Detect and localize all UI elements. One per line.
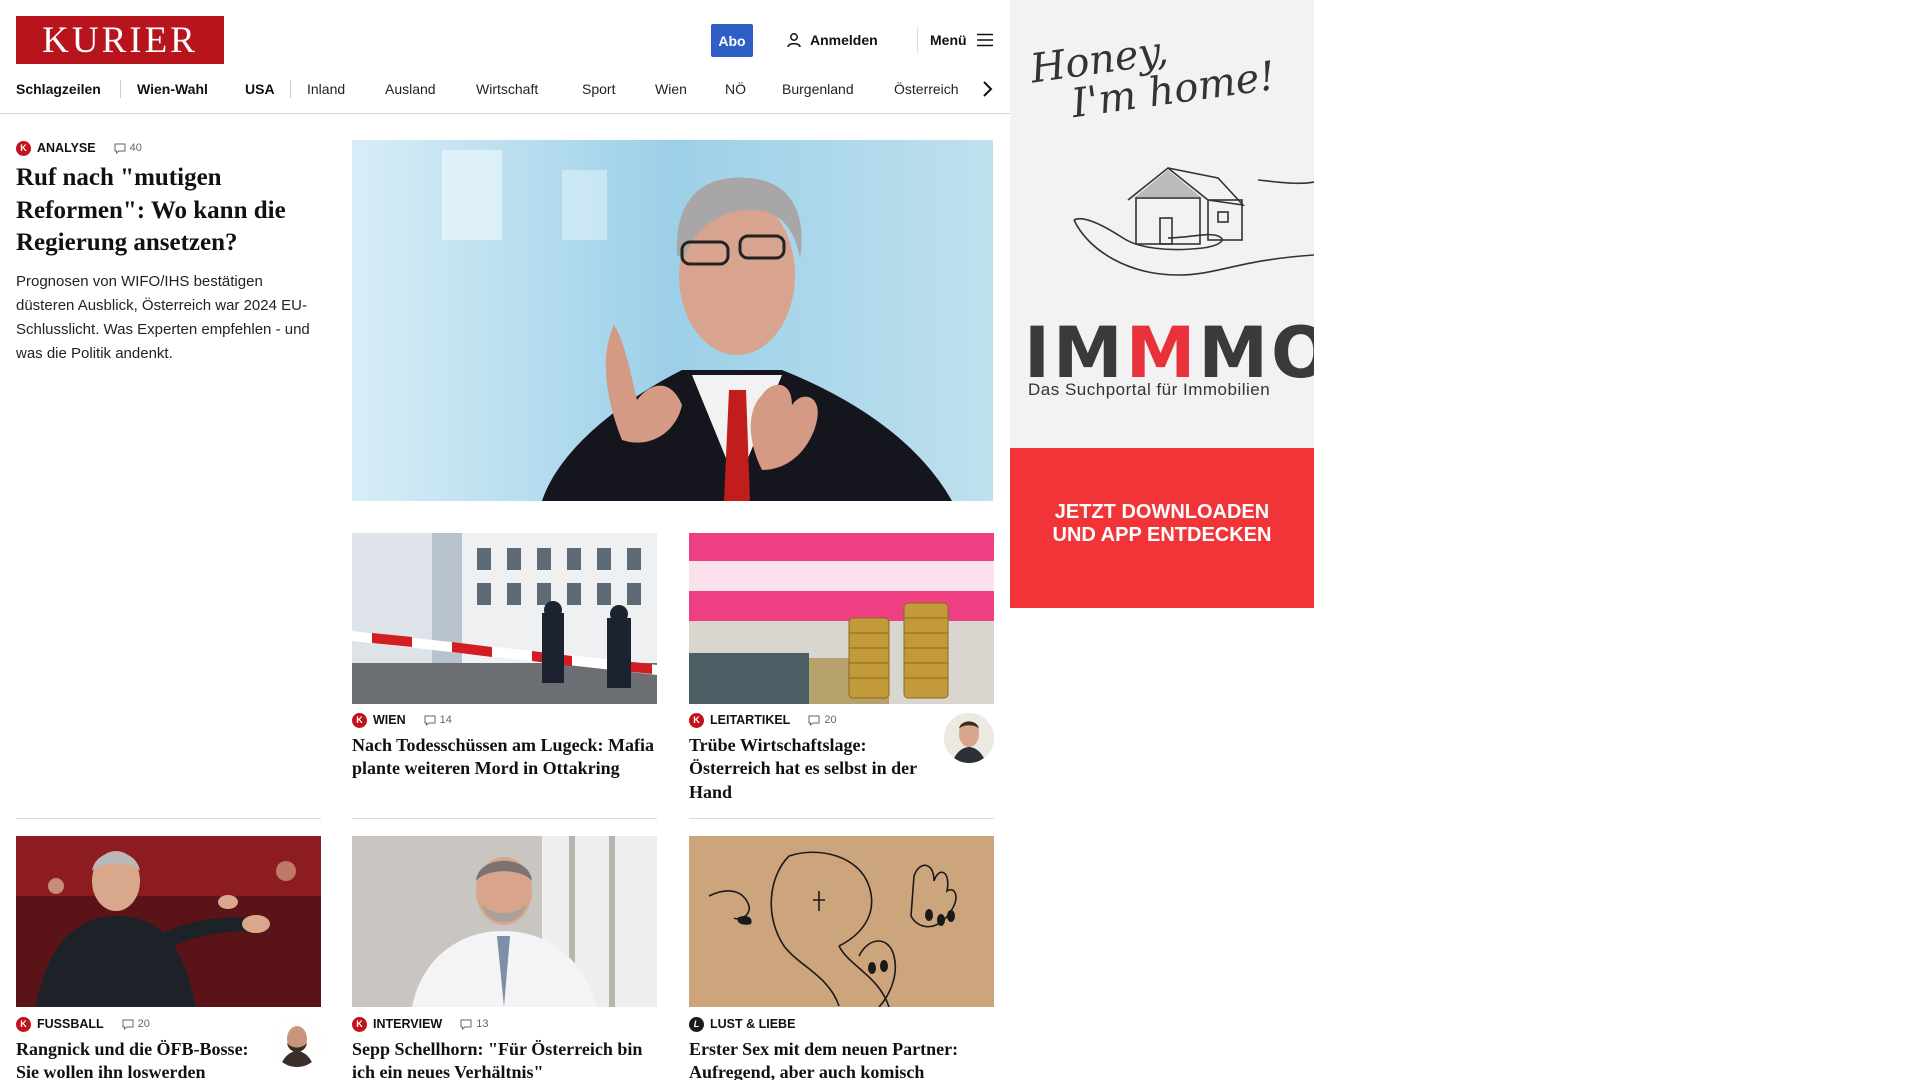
lead-teaser: Prognosen von WIFO/IHS bestätigen düster… xyxy=(16,272,310,362)
kicker-label: LEITARTIKEL xyxy=(710,713,791,727)
cta-line-1: JETZT DOWNLOADEN xyxy=(1054,501,1270,523)
header-divider xyxy=(917,27,918,53)
article-kicker: K ANALYSE 40 xyxy=(16,140,321,156)
lead-article: K ANALYSE 40 Ruf nach "mutigen Reformen"… xyxy=(16,140,321,366)
lust-liebe-icon: l xyxy=(689,1016,704,1032)
login-button[interactable]: Anmelden xyxy=(786,28,878,52)
nav-separator xyxy=(290,80,291,98)
comment-count[interactable]: 40 xyxy=(114,142,142,154)
nav-item-wien-wahl[interactable]: Wien-Wahl xyxy=(137,74,208,104)
author-portrait xyxy=(272,1017,322,1067)
login-label: Anmelden xyxy=(810,32,878,48)
comment-count[interactable]: 13 xyxy=(460,1018,488,1030)
article-headline[interactable]: Rangnick und die ÖFB-Bosse: Sie wollen i… xyxy=(16,1038,261,1080)
ad-script-text: Honey, I'm home! xyxy=(1028,16,1279,129)
nav-item-sport[interactable]: Sport xyxy=(582,74,615,104)
chevron-right-icon[interactable] xyxy=(976,78,998,100)
article-image[interactable] xyxy=(352,836,657,1007)
kurier-plus-icon: K xyxy=(689,712,704,728)
article-card: K WIEN 14 Nach Todesschüssen am Lugeck: … xyxy=(352,712,657,781)
kicker-label: LUST & LIEBE xyxy=(710,1017,796,1031)
nav-item-schlagzeilen[interactable]: Schlagzeilen xyxy=(16,74,101,104)
comment-count[interactable]: 20 xyxy=(122,1018,150,1030)
kurier-plus-icon: K xyxy=(352,712,367,728)
nav-item-burgenland[interactable]: Burgenland xyxy=(782,74,854,104)
article-card: K FUSSBALL 20 Rangnick und die ÖFB-Bosse… xyxy=(16,1016,261,1080)
hamburger-icon xyxy=(976,33,993,47)
immmo-advertisement[interactable]: Honey, I'm home! IMMMO Das Suchportal fü… xyxy=(1010,0,1314,608)
kicker-label: FUSSBALL xyxy=(37,1017,104,1031)
comment-icon xyxy=(122,1019,134,1030)
nav-separator xyxy=(120,80,121,98)
article-kicker: K FUSSBALL 20 xyxy=(16,1016,261,1032)
comment-count-value: 20 xyxy=(824,714,837,726)
article-card: l LUST & LIEBE Erster Sex mit dem neuen … xyxy=(689,1016,994,1080)
comment-count-value: 20 xyxy=(137,1018,150,1030)
abo-button[interactable]: Abo xyxy=(711,24,753,57)
comment-icon xyxy=(424,715,436,726)
divider xyxy=(16,818,321,819)
kurier-plus-icon: K xyxy=(352,1016,367,1032)
kicker-label: ANALYSE xyxy=(37,141,96,155)
article-kicker: K WIEN 14 xyxy=(352,712,657,728)
author-avatar[interactable] xyxy=(944,713,994,763)
author-avatar[interactable] xyxy=(272,1017,322,1067)
line-art-illustration xyxy=(689,836,994,1007)
ad-download-button[interactable]: JETZT DOWNLOADEN UND APP ENTDECKEN xyxy=(1010,448,1314,608)
kicker-label: WIEN xyxy=(373,713,406,727)
menu-label: Menü xyxy=(930,32,967,48)
article-image[interactable] xyxy=(352,533,657,704)
nav-item-noe[interactable]: NÖ xyxy=(725,74,746,104)
article-kicker: K INTERVIEW 13 xyxy=(352,1016,657,1032)
house-in-hand-icon xyxy=(1073,166,1314,276)
article-headline[interactable]: Erster Sex mit dem neuen Partner: Aufreg… xyxy=(689,1038,994,1080)
article-card: K INTERVIEW 13 Sepp Schellhorn: "Für Öst… xyxy=(352,1016,657,1080)
lead-headline[interactable]: Ruf nach "mutigen Reformen": Wo kann die… xyxy=(16,162,321,260)
nav-item-wirtschaft[interactable]: Wirtschaft xyxy=(476,74,538,104)
nav-item-usa[interactable]: USA xyxy=(245,74,275,104)
article-image[interactable] xyxy=(16,836,321,1007)
article-headline[interactable]: Nach Todesschüssen am Lugeck: Mafia plan… xyxy=(352,734,657,781)
article-headline[interactable]: Trübe Wirtschaftslage: Österreich hat es… xyxy=(689,734,934,804)
nav-item-oesterreich[interactable]: Österreich xyxy=(894,74,959,104)
nav-item-inland[interactable]: Inland xyxy=(307,74,345,104)
article-image[interactable] xyxy=(689,533,994,704)
comment-count-value: 40 xyxy=(129,142,142,154)
section-nav: Schlagzeilen Wien-Wahl USA Inland Auslan… xyxy=(0,74,1010,114)
divider xyxy=(689,818,994,819)
author-portrait xyxy=(944,713,994,763)
comment-count-value: 14 xyxy=(439,714,452,726)
menu-button[interactable]: Menü xyxy=(930,28,993,52)
nav-item-wien[interactable]: Wien xyxy=(655,74,687,104)
street-crime-scene-photo xyxy=(352,533,657,704)
article-image[interactable] xyxy=(689,836,994,1007)
kurier-plus-icon: K xyxy=(16,140,31,156)
kurier-plus-icon: K xyxy=(16,1016,31,1032)
comment-count[interactable]: 14 xyxy=(424,714,452,726)
article-kicker: K LEITARTIKEL 20 xyxy=(689,712,934,728)
article-kicker: l LUST & LIEBE xyxy=(689,1016,994,1032)
comment-count-value: 13 xyxy=(476,1018,489,1030)
comment-icon xyxy=(808,715,820,726)
article-card: K LEITARTIKEL 20 Trübe Wirtschaftslage: … xyxy=(689,712,934,804)
lead-image[interactable] xyxy=(352,140,993,501)
kurier-logo[interactable]: KURIER xyxy=(16,16,224,64)
article-headline[interactable]: Sepp Schellhorn: "Für Österreich bin ich… xyxy=(352,1038,657,1080)
interview-portrait-photo xyxy=(352,836,657,1007)
portrait-photo xyxy=(352,140,993,501)
coins-flag-photo xyxy=(689,533,994,704)
nav-item-ausland[interactable]: Ausland xyxy=(385,74,436,104)
user-icon xyxy=(787,33,801,48)
kicker-label: INTERVIEW xyxy=(373,1017,443,1031)
ad-subline: Das Suchportal für Immobilien xyxy=(1028,380,1271,399)
comment-count[interactable]: 20 xyxy=(808,714,837,726)
kurier-site: KURIER Abo Anmelden Menü Schlagzeilen Wi… xyxy=(0,0,1010,1080)
football-coach-photo xyxy=(16,836,321,1007)
comment-icon xyxy=(114,143,126,154)
cta-line-2: UND APP ENTDECKEN xyxy=(1052,524,1272,546)
comment-icon xyxy=(460,1019,472,1030)
divider xyxy=(352,818,657,819)
